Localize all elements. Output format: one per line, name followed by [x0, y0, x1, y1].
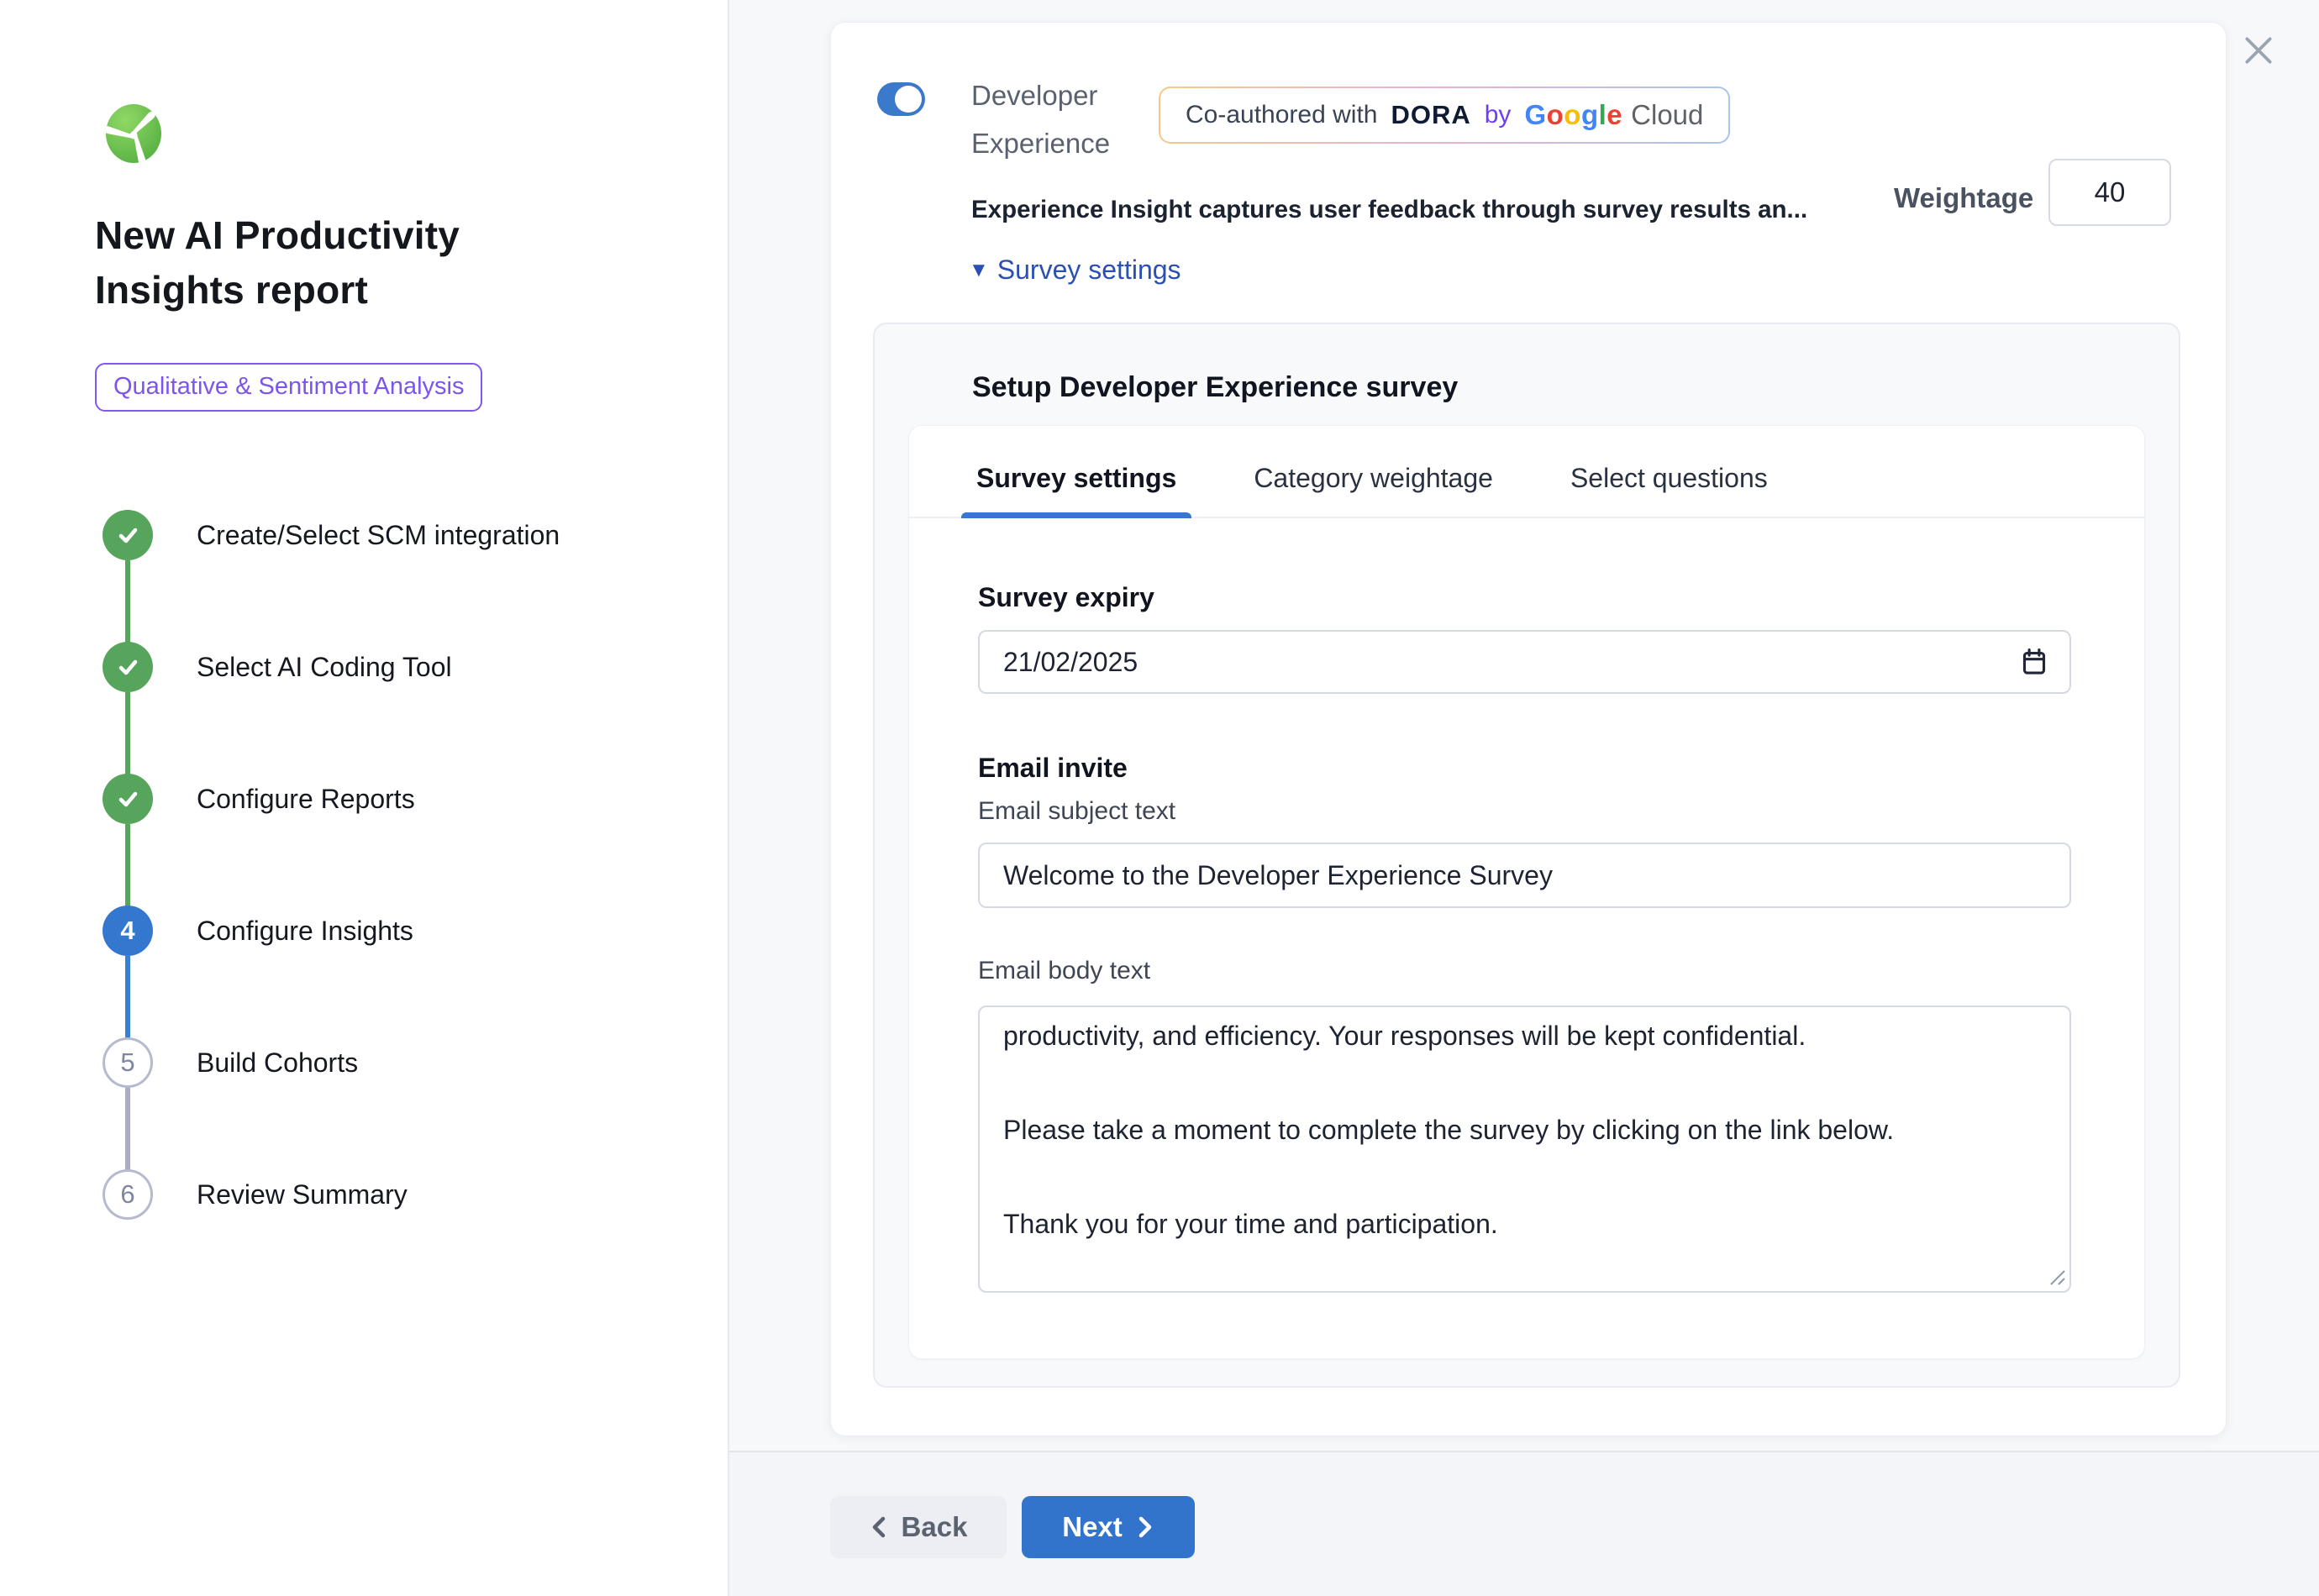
survey-setup-title: Setup Developer Experience survey: [972, 371, 1458, 404]
close-button[interactable]: [2237, 29, 2280, 72]
tab-category-weightage[interactable]: Category weightage: [1238, 463, 1508, 517]
stepper-connector: [125, 1088, 130, 1170]
step-circle-5[interactable]: 5: [103, 1037, 153, 1088]
step-label-configure-insights[interactable]: Configure Insights: [197, 914, 413, 948]
coauthored-dora-badge: Co-authored with DORA by Google Cloud: [1159, 87, 1730, 144]
step-label-review-summary[interactable]: Review Summary: [197, 1178, 408, 1211]
dora-logo: DORA: [1391, 100, 1470, 130]
tab-select-questions[interactable]: Select questions: [1555, 463, 1783, 517]
wizard-sidebar: New AI Productivity Insights report Qual…: [0, 0, 728, 1596]
google-letter: e: [1606, 99, 1622, 130]
email-body-textarea[interactable]: productivity, and efficiency. Your respo…: [978, 1005, 2071, 1293]
check-icon: [114, 654, 141, 680]
survey-settings-form: Survey expiry 21/02/2025 Email invite Em…: [909, 518, 2144, 1293]
email-subject-input[interactable]: [978, 843, 2071, 908]
google-logo: Google: [1524, 99, 1622, 131]
developer-experience-toggle[interactable]: [877, 82, 925, 116]
check-icon: [114, 522, 141, 549]
email-subject-label: Email subject text: [978, 797, 2071, 826]
survey-setup-card: Setup Developer Experience survey Survey…: [873, 323, 2180, 1388]
close-icon: [2241, 33, 2276, 68]
next-button[interactable]: Next: [1022, 1496, 1195, 1558]
stepper-connector: [125, 956, 130, 1038]
step-number: 6: [120, 1179, 134, 1210]
step-number: 4: [120, 916, 134, 946]
step-label-scm-integration[interactable]: Create/Select SCM integration: [197, 518, 560, 552]
weightage-label: Weightage: [1894, 182, 2033, 214]
step-label-configure-reports[interactable]: Configure Reports: [197, 782, 415, 816]
email-body-wrap: productivity, and efficiency. Your respo…: [978, 1005, 2071, 1293]
insight-name: Developer Experience: [971, 71, 1165, 167]
report-type-badge: Qualitative & Sentiment Analysis: [95, 363, 482, 412]
google-letter: g: [1581, 99, 1599, 130]
weightage-input[interactable]: [2048, 159, 2171, 226]
survey-expiry-label: Survey expiry: [978, 582, 2071, 613]
step-label-build-cohorts[interactable]: Build Cohorts: [197, 1046, 358, 1079]
propeller-icon: [103, 102, 164, 165]
step-circle-1[interactable]: [103, 510, 153, 560]
insight-config-panel: Developer Experience Co-authored with DO…: [830, 22, 2227, 1436]
google-letter: G: [1524, 99, 1546, 130]
tab-survey-settings[interactable]: Survey settings: [961, 463, 1191, 517]
email-body-label: Email body text: [978, 957, 2071, 985]
google-letter: o: [1547, 99, 1564, 130]
step-circle-6[interactable]: 6: [103, 1169, 153, 1220]
email-invite-label: Email invite: [978, 753, 2071, 784]
triangle-down-icon: ▼: [969, 260, 989, 281]
stepper-connector: [125, 824, 130, 906]
step-circle-3[interactable]: [103, 774, 153, 824]
badge-by: by: [1485, 101, 1512, 129]
sidebar-divider: [728, 0, 729, 1596]
survey-settings-collapse-link[interactable]: ▼ Survey settings: [969, 255, 1181, 286]
app-window: New AI Productivity Insights report Qual…: [0, 0, 2319, 1596]
chevron-right-icon: [1134, 1515, 1154, 1539]
survey-expiry-value: 21/02/2025: [1003, 647, 1138, 678]
stepper-connector: [125, 692, 130, 774]
survey-tabbar: Survey settings Category weightage Selec…: [909, 426, 2144, 518]
step-circle-2[interactable]: [103, 642, 153, 692]
google-letter: o: [1564, 99, 1581, 130]
step-label-ai-coding-tool[interactable]: Select AI Coding Tool: [197, 650, 452, 684]
survey-tab-panel: Survey settings Category weightage Selec…: [908, 425, 2145, 1359]
wizard-stepper: Create/Select SCM integration Select AI …: [103, 510, 691, 1266]
toggle-knob: [895, 86, 922, 113]
survey-expiry-date-input[interactable]: 21/02/2025: [978, 630, 2071, 694]
google-letter: l: [1599, 99, 1607, 130]
next-button-label: Next: [1062, 1511, 1123, 1543]
page-title: New AI Productivity Insights report: [95, 208, 599, 318]
chevron-left-icon: [870, 1515, 890, 1539]
step-number: 5: [120, 1047, 134, 1078]
resize-handle-icon[interactable]: [2048, 1268, 2066, 1286]
calendar-icon[interactable]: [2021, 648, 2048, 676]
stepper-connector: [125, 560, 130, 643]
check-icon: [114, 785, 141, 812]
back-button[interactable]: Back: [830, 1496, 1007, 1558]
back-button-label: Back: [902, 1511, 968, 1543]
cloud-label: Cloud: [1631, 99, 1703, 131]
badge-prefix: Co-authored with: [1186, 101, 1377, 129]
insight-description: Experience Insight captures user feedbac…: [971, 196, 1807, 224]
step-circle-4[interactable]: 4: [103, 906, 153, 956]
survey-settings-link-label: Survey settings: [997, 255, 1181, 286]
